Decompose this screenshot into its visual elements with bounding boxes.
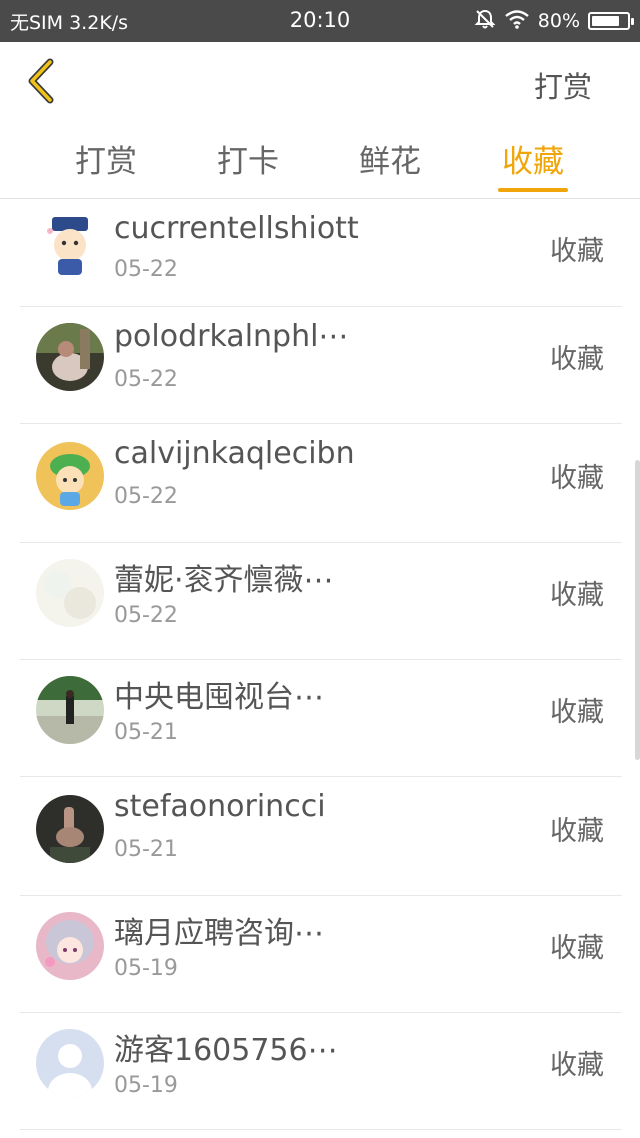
- active-tab-indicator: [498, 188, 568, 192]
- action-type: 收藏: [550, 816, 604, 847]
- tab-label: 收藏: [502, 144, 564, 180]
- battery-icon: [588, 12, 634, 30]
- list-item[interactable]: 游客1605756⋯ 05-19 收藏: [0, 1013, 640, 1130]
- anime-girl-avatar: [36, 912, 104, 980]
- outdoor-photo-avatar: [36, 676, 104, 744]
- item-date: 05-22: [114, 603, 178, 628]
- tab-label: 打赏: [75, 144, 137, 180]
- user-name: 中央电囤视台⋯: [114, 680, 324, 715]
- user-name: 蕾妮·衮齐懔薇⋯: [114, 563, 334, 598]
- status-bar: 无SIM 3.2K/s 20:10 80%: [0, 0, 640, 42]
- list-item[interactable]: 璃月应聘咨询⋯ 05-19 收藏: [0, 896, 640, 1013]
- light-pastel-avatar: [36, 559, 104, 627]
- action-type: 收藏: [550, 933, 604, 964]
- action-type: 收藏: [550, 463, 604, 494]
- action-type: 收藏: [550, 344, 604, 375]
- reward-action-button[interactable]: 打赏: [534, 64, 592, 106]
- user-name: 璃月应聘咨询⋯: [114, 916, 324, 951]
- favorites-list: cucrrentellshiott 05-22 收藏 polodrkalnphl…: [0, 199, 640, 1130]
- list-item[interactable]: 蕾妮·衮齐懔薇⋯ 05-22 收藏: [0, 543, 640, 660]
- list-item[interactable]: stefaonorincci 05-21 收藏: [0, 777, 640, 896]
- tab-flowers[interactable]: 鲜花: [335, 136, 445, 181]
- cartoon-boy-avatar: [36, 211, 104, 279]
- action-type: 收藏: [550, 236, 604, 267]
- tab-favorites[interactable]: 收藏: [478, 136, 588, 192]
- mute-bell-icon: [474, 8, 496, 35]
- item-date: 05-21: [114, 720, 178, 745]
- user-name: calvijnkaqlecibn: [114, 436, 355, 471]
- back-button[interactable]: [22, 56, 62, 106]
- action-type: 收藏: [550, 697, 604, 728]
- tab-label: 打卡: [217, 144, 279, 180]
- list-item[interactable]: cucrrentellshiott 05-22 收藏: [0, 199, 640, 307]
- green-cartoon-avatar: [36, 442, 104, 510]
- item-date: 05-19: [114, 1073, 178, 1098]
- tab-bar: 打赏 打卡 鲜花 收藏: [0, 122, 640, 199]
- status-icons: 80%: [474, 7, 634, 35]
- user-name: polodrkalnphl⋯: [114, 319, 349, 354]
- user-name: cucrrentellshiott: [114, 211, 359, 246]
- item-date: 05-22: [114, 484, 178, 509]
- item-date: 05-22: [114, 367, 178, 392]
- battery-level-fill: [592, 16, 619, 26]
- dark-gesture-avatar: [36, 795, 104, 863]
- battery-percent: 80%: [537, 10, 580, 32]
- action-type: 收藏: [550, 1050, 604, 1081]
- scrollbar[interactable]: [635, 460, 640, 760]
- default-user-avatar: [36, 1029, 104, 1097]
- divider: [20, 1129, 622, 1130]
- item-date: 05-19: [114, 956, 178, 981]
- list-item[interactable]: polodrkalnphl⋯ 05-22 收藏: [0, 307, 640, 424]
- tab-label: 鲜花: [359, 144, 421, 180]
- list-item[interactable]: 中央电囤视台⋯ 05-21 收藏: [0, 660, 640, 777]
- wifi-icon: [504, 9, 530, 34]
- chevron-left-icon: [28, 58, 54, 104]
- item-date: 05-22: [114, 257, 178, 282]
- action-type: 收藏: [550, 580, 604, 611]
- user-name: 游客1605756⋯: [114, 1033, 338, 1068]
- nav-bar: 打赏: [0, 42, 640, 122]
- tab-checkin[interactable]: 打卡: [193, 136, 303, 181]
- list-item[interactable]: calvijnkaqlecibn 05-22 收藏: [0, 424, 640, 543]
- item-date: 05-21: [114, 837, 178, 862]
- user-name: stefaonorincci: [114, 789, 326, 824]
- tab-reward[interactable]: 打赏: [51, 136, 161, 181]
- photo-avatar: [36, 323, 104, 391]
